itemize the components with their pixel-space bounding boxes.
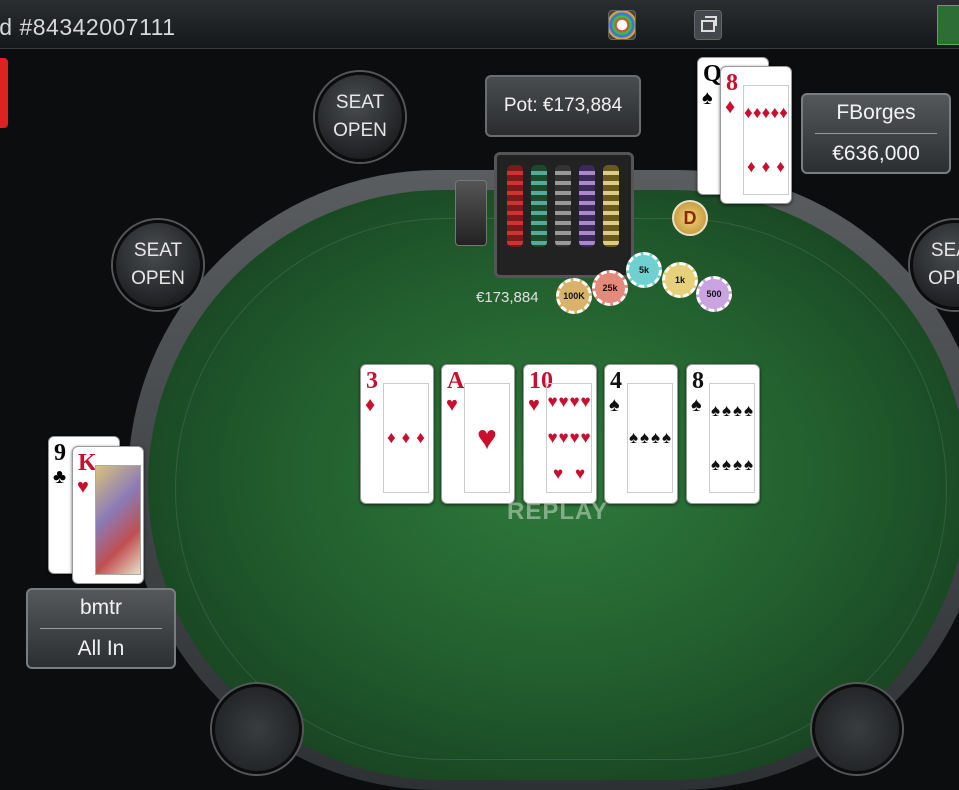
board-card: 10 ♥ ♥ ♥ ♥ ♥ ♥ ♥ ♥ ♥ ♥ ♥: [523, 364, 597, 504]
board-card: 8 ♠ ♠ ♠ ♠ ♠ ♠ ♠ ♠ ♠: [686, 364, 760, 504]
player-status: All In: [77, 637, 125, 660]
card-rank: A: [447, 368, 465, 394]
card-suit: ♥: [77, 476, 89, 498]
chip-100k: 100K: [556, 278, 592, 314]
card-pips: ♦ ♦ ♦: [383, 383, 429, 493]
board-card: 3 ♦ ♦ ♦ ♦: [360, 364, 434, 504]
dealer-button: D: [672, 200, 708, 236]
player-box-bmtr[interactable]: bmtr All In: [26, 588, 176, 669]
replay-watermark: REPLAY: [507, 498, 609, 525]
pot-chips-amount: €173,884: [476, 289, 539, 306]
card-rank: 8: [726, 70, 738, 96]
card-rank: Q: [703, 61, 722, 87]
card-suit: ♠: [702, 87, 713, 109]
seat-open-label: SEAT OPEN: [131, 240, 185, 289]
window-restore-icon[interactable]: [694, 10, 722, 40]
card-suit: ♥: [528, 394, 540, 416]
card-pips: ♠ ♠ ♠ ♠ ♠ ♠ ♠ ♠: [709, 383, 755, 493]
minimize-corner-button[interactable]: [937, 5, 959, 45]
card-suit: ♦: [725, 96, 736, 118]
card-suit: ♣: [53, 466, 67, 488]
card-pips: ♥ ♥ ♥ ♥ ♥ ♥ ♥ ♥ ♥ ♥: [546, 383, 592, 493]
chip-5k: 5k: [626, 252, 662, 288]
player-name: FBorges: [836, 101, 916, 124]
card-pips: ♥: [464, 383, 510, 493]
card-rank: 8: [692, 368, 704, 394]
seat-open-top-left[interactable]: SEAT OPEN: [315, 72, 405, 162]
board-card: 4 ♠ ♠ ♠ ♠ ♠: [604, 364, 678, 504]
card-suit: ♠: [691, 394, 702, 416]
card-suit: ♠: [609, 394, 620, 416]
card-suit: ♦: [365, 394, 376, 416]
seat-open-left[interactable]: SEAT OPEN: [113, 220, 203, 310]
player-box-fborges[interactable]: FBorges €636,000: [801, 93, 951, 174]
chip-1k: 1k: [662, 262, 698, 298]
top-bar: nd #84342007111: [0, 0, 959, 49]
brand-logo: [0, 58, 8, 128]
card-rank: 4: [610, 368, 622, 394]
seat-bottom-left[interactable]: [212, 684, 302, 774]
seat-open-label: SEAT OPEN: [928, 240, 959, 289]
card-rank: K: [78, 450, 97, 476]
card-pips: ♠ ♠ ♠ ♠: [627, 383, 673, 493]
card-pips: ♦ ♦ ♦ ♦ ♦ ♦ ♦ ♦: [743, 85, 789, 195]
bmtr-hole-card-2: K ♥: [72, 446, 144, 584]
chip-tray: [494, 152, 634, 278]
seat-bottom-right[interactable]: [812, 684, 902, 774]
player-stack: €636,000: [832, 142, 920, 165]
chip-500: 500: [696, 276, 732, 312]
player-name: bmtr: [80, 596, 122, 619]
card-rank: 3: [366, 368, 378, 394]
tray-lever: [455, 180, 487, 246]
card-suit: ♥: [446, 394, 458, 416]
chip-25k: 25k: [592, 270, 628, 306]
color-wheel-icon[interactable]: [608, 10, 636, 40]
seat-open-label: SEAT OPEN: [333, 92, 387, 141]
card-rank: 9: [54, 440, 66, 466]
hand-number-title: nd #84342007111: [0, 14, 176, 40]
king-face-art: [95, 465, 141, 575]
board-card: A ♥ ♥: [441, 364, 515, 504]
fborges-hole-card-2: 8 ♦ ♦ ♦ ♦ ♦ ♦ ♦ ♦ ♦: [720, 66, 792, 204]
pot-display: Pot: €173,884: [485, 75, 641, 137]
